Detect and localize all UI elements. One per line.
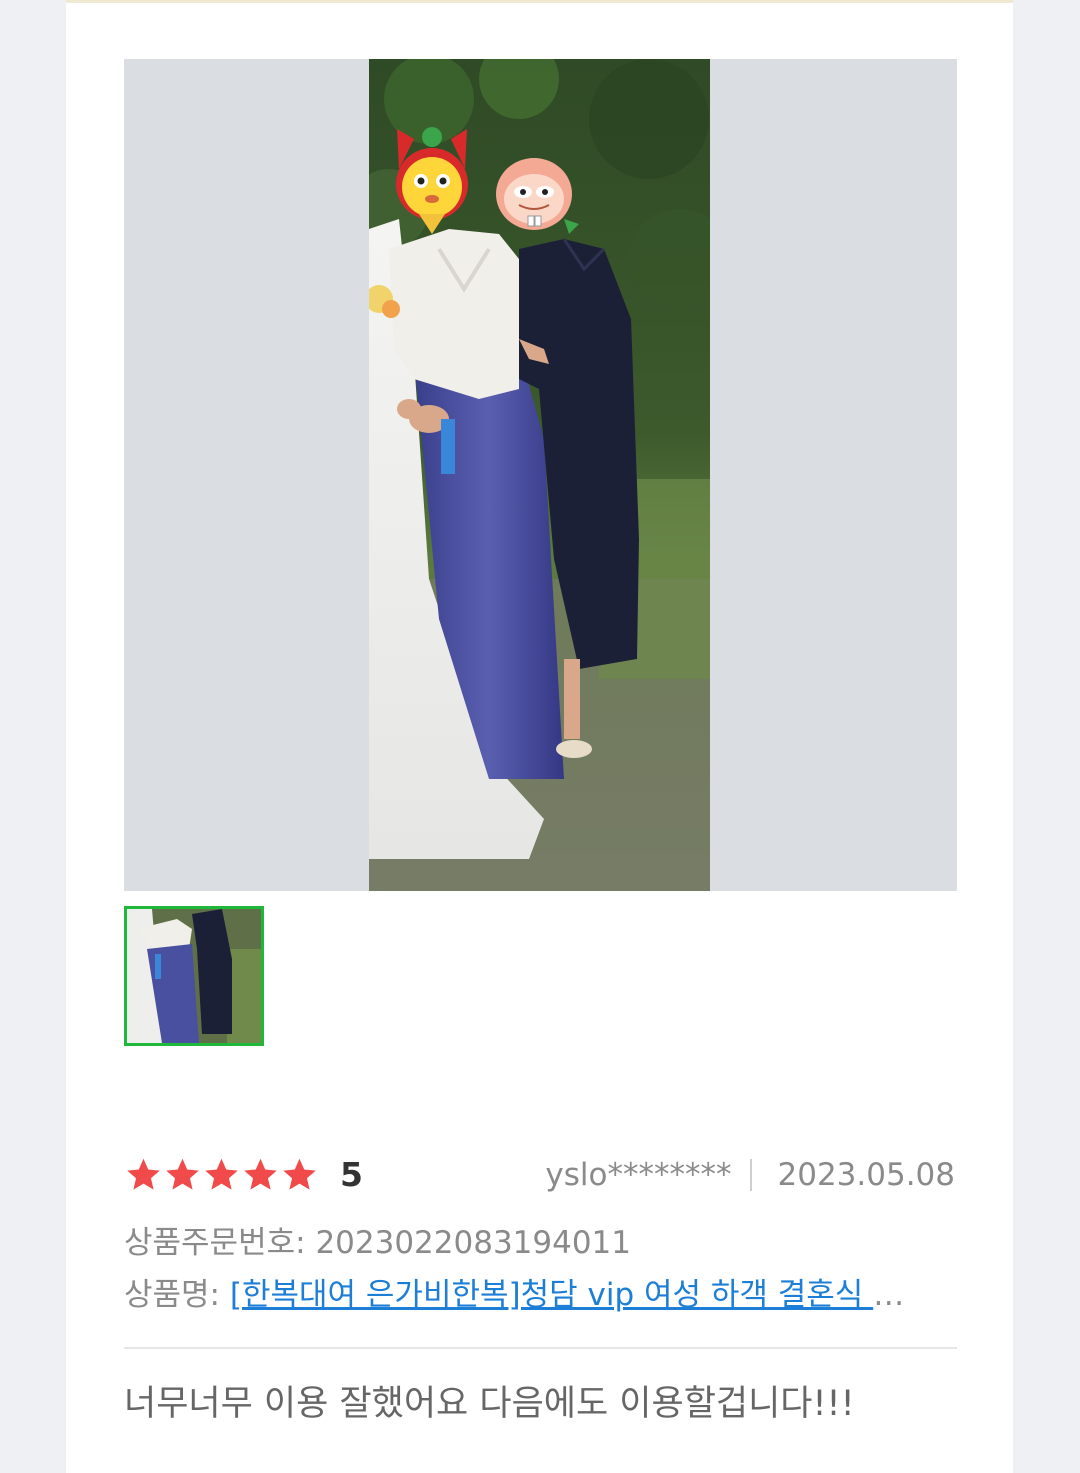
star-icon	[124, 1155, 163, 1195]
review-photo-viewer[interactable]	[124, 59, 957, 891]
star-icon	[202, 1155, 241, 1195]
rating-score: 5	[340, 1155, 363, 1194]
order-number-row: 상품주문번호: 2023022083194011	[124, 1221, 631, 1265]
rating-row: 5 yslo******** 2023.05.08	[124, 1151, 957, 1201]
page: 5 yslo******** 2023.05.08 상품주문번호: 202302…	[0, 0, 1080, 1473]
star-icon	[163, 1155, 202, 1195]
star-icon	[280, 1155, 319, 1195]
order-number-label: 상품주문번호:	[124, 1225, 306, 1261]
star-icon	[241, 1155, 280, 1195]
divider	[124, 1347, 957, 1349]
review-photo	[369, 59, 710, 891]
thumbnail-selected[interactable]	[124, 906, 264, 1046]
review-card: 5 yslo******** 2023.05.08 상품주문번호: 202302…	[66, 0, 1013, 1473]
star-rating	[124, 1155, 319, 1195]
review-date: 2023.05.08	[777, 1157, 956, 1193]
review-text: 너무너무 이용 잘했어요 다음에도 이용할겁니다!!!	[124, 1384, 855, 1424]
order-number-value: 2023022083194011	[315, 1225, 632, 1261]
reviewer-id: yslo********	[545, 1157, 732, 1193]
product-name-label: 상품명:	[124, 1277, 221, 1313]
review-meta: yslo******** 2023.05.08	[545, 1155, 955, 1195]
meta-divider	[749, 1159, 752, 1191]
product-name-link[interactable]: [한복대여 은가비한복]청담 vip 여성 하객 결혼식 한복	[230, 1277, 929, 1313]
product-name-row: 상품명: [한복대여 은가비한복]청담 vip 여성 하객 결혼식 한복	[124, 1273, 929, 1317]
